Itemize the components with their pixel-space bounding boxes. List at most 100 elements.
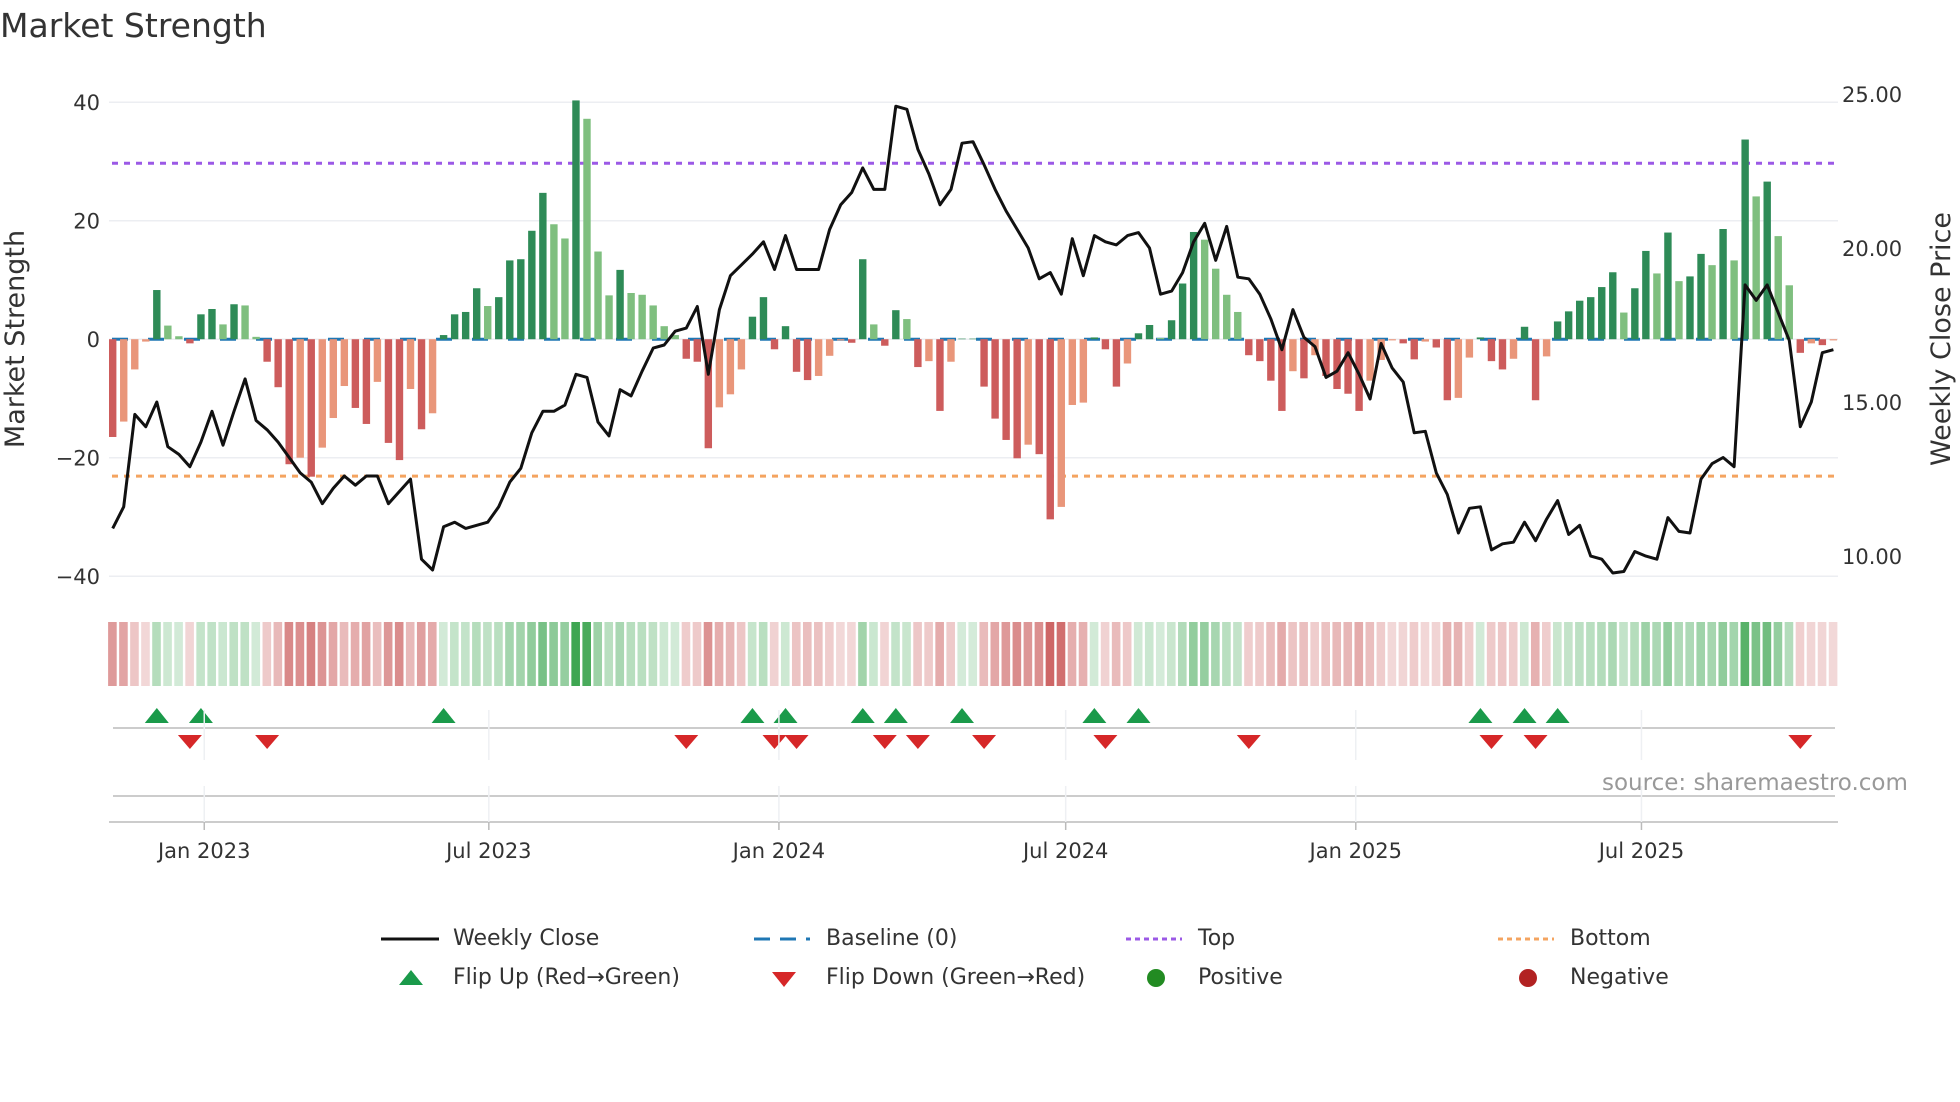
strength-bar-negative <box>142 339 150 342</box>
strength-bar-positive <box>1631 288 1639 340</box>
strength-bar-negative <box>881 339 889 346</box>
strength-bar-positive <box>1763 181 1771 340</box>
strength-bar-positive <box>759 297 768 340</box>
x-axis: Jan 2023 Jul 2023 Jan 2024 Jul 2024 Jan 2025… <box>109 710 1838 863</box>
heatmap-cell <box>196 622 205 686</box>
flip-down-marker <box>972 735 997 749</box>
strength-bar-negative <box>384 339 393 443</box>
strength-bar-positive <box>1200 239 1209 340</box>
x-tick-label: Jul 2025 <box>1597 839 1684 863</box>
strength-bar-positive <box>1090 337 1099 340</box>
heatmap-cell <box>681 622 691 686</box>
heatmap-cell <box>1718 622 1728 686</box>
heatmap-cell <box>1211 622 1220 686</box>
heatmap-cell <box>218 622 227 686</box>
strength-bar-positive <box>627 292 635 340</box>
heatmap-cell <box>714 622 724 686</box>
heatmap-cell <box>560 622 569 686</box>
strength-bar-positive <box>583 118 591 340</box>
flip-up-marker <box>1126 708 1151 723</box>
strength-bar-positive <box>472 288 481 340</box>
heatmap-cell <box>1023 622 1033 686</box>
heatmap-cell <box>1001 622 1011 686</box>
heatmap-cell <box>1332 622 1342 686</box>
heatmap-cell <box>1586 622 1595 686</box>
strength-bar-positive <box>517 259 525 340</box>
strength-bar-positive <box>164 325 172 340</box>
strength-bar-positive <box>1653 273 1661 340</box>
heatmap-cell <box>1795 622 1805 686</box>
strength-bar-positive <box>506 260 514 340</box>
heatmap-cell <box>152 622 161 686</box>
heatmap-cell <box>615 622 625 686</box>
heatmap-cell <box>1122 622 1132 686</box>
strength-bar-positive <box>1719 229 1727 340</box>
strength-bar-negative <box>726 339 735 395</box>
heatmap-cell <box>1564 622 1573 686</box>
strength-bar-positive <box>1134 333 1143 340</box>
strength-bar-negative <box>1344 339 1352 394</box>
flip-up-marker <box>144 708 169 723</box>
strength-bar-negative <box>1079 339 1088 403</box>
strength-bar-positive <box>616 269 624 340</box>
strength-bar-negative <box>814 339 823 376</box>
heatmap-cell <box>372 622 382 686</box>
strength-bar-positive <box>1686 276 1694 340</box>
flip-up-marker <box>1512 708 1537 723</box>
y2-tick-label: 15.00 <box>1842 391 1902 415</box>
heatmap-cell <box>1420 622 1430 686</box>
heatmap-cell <box>582 622 591 686</box>
heatmap-cell <box>1166 622 1176 686</box>
heatmap-cell <box>207 622 216 686</box>
heatmap-cell <box>747 622 757 686</box>
heatmap-cell <box>1089 622 1099 686</box>
y-axis-label: Market Strength <box>0 230 31 448</box>
strength-bar-negative <box>1256 339 1264 362</box>
flip-up-marker <box>950 708 975 723</box>
strength-bar-negative <box>285 339 293 465</box>
heatmap-cell <box>1431 622 1441 686</box>
strength-bar-negative <box>120 339 128 422</box>
heatmap-cell <box>1652 622 1661 686</box>
heatmap-cell <box>527 622 536 686</box>
heatmap-cell <box>924 622 933 686</box>
heatmap-cell <box>1519 622 1529 686</box>
heatmap-cell <box>1310 622 1319 686</box>
heatmap-cell <box>1442 622 1452 686</box>
strength-bar-positive <box>870 324 878 340</box>
strength-bar-negative <box>1300 339 1308 379</box>
flip-up-marker <box>1468 708 1493 723</box>
strength-bar-negative <box>825 339 834 356</box>
strength-bar-positive <box>230 304 238 340</box>
strength-bar-positive <box>1752 196 1760 340</box>
heatmap-cell <box>1078 622 1088 686</box>
strength-bar-positive <box>1156 338 1165 340</box>
strength-bar-positive <box>660 326 668 340</box>
strength-bar-negative <box>1443 339 1452 401</box>
strength-bar-positive <box>892 310 900 340</box>
strength-bar-negative <box>914 339 922 368</box>
heatmap-cell <box>262 622 272 686</box>
heatmap-cell <box>769 622 779 686</box>
heatmap-cell <box>858 622 867 686</box>
heatmap-cell <box>185 622 194 686</box>
strength-bar-negative <box>1421 339 1429 342</box>
strength-bar-negative <box>936 339 944 411</box>
heatmap-cell <box>814 622 823 686</box>
heatmap-cell <box>692 622 702 686</box>
heatmap-cell <box>416 622 426 686</box>
y2-tick-label: 25.00 <box>1842 83 1902 107</box>
strength-bar-negative <box>848 339 856 343</box>
flip-up-marker <box>740 708 765 723</box>
strength-bar-positive <box>1587 297 1595 340</box>
strength-bar-negative <box>296 339 304 458</box>
heatmap-cell <box>383 622 393 686</box>
strength-bar-positive <box>1774 236 1782 340</box>
heatmap-cell <box>1144 622 1154 686</box>
strength-bar-positive <box>958 338 966 340</box>
heatmap-cell <box>1321 622 1330 686</box>
strength-bar-positive <box>859 259 867 340</box>
strength-bar-negative <box>1542 339 1551 357</box>
strength-bar-positive <box>241 305 249 340</box>
heatmap-cell <box>1608 622 1617 686</box>
